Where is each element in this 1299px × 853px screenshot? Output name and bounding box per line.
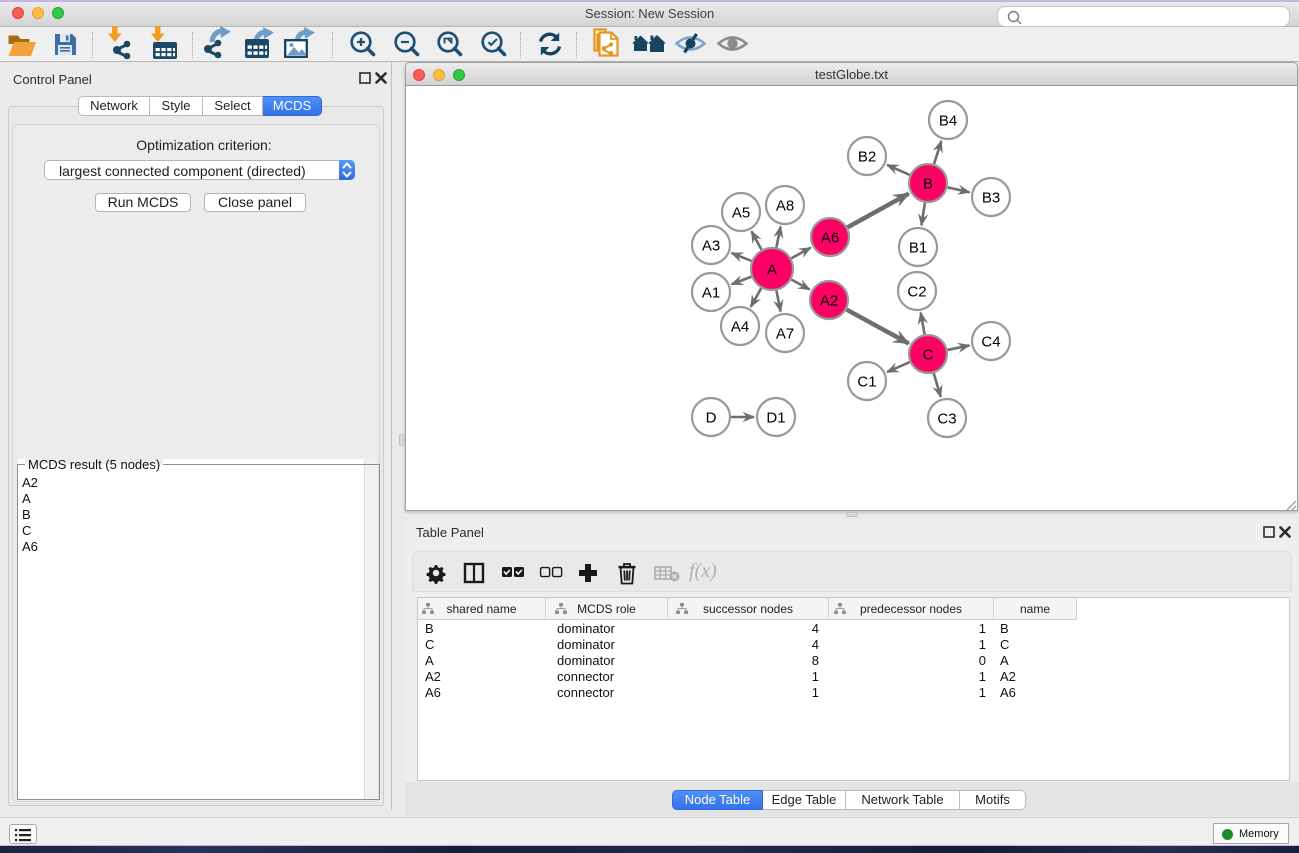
svg-text:A4: A4 xyxy=(731,319,749,336)
svg-text:A7: A7 xyxy=(776,326,794,343)
svg-text:B1: B1 xyxy=(909,240,927,257)
svg-text:A1: A1 xyxy=(702,285,720,302)
svg-text:C1: C1 xyxy=(857,374,876,391)
svg-text:A5: A5 xyxy=(732,205,750,222)
svg-text:A2: A2 xyxy=(820,293,838,310)
svg-text:A: A xyxy=(767,262,777,279)
svg-text:B2: B2 xyxy=(858,149,876,166)
svg-text:C: C xyxy=(923,347,934,364)
svg-text:B3: B3 xyxy=(982,190,1000,207)
svg-text:C2: C2 xyxy=(907,284,926,301)
svg-text:C3: C3 xyxy=(937,411,956,428)
svg-text:A3: A3 xyxy=(702,238,720,255)
svg-text:B: B xyxy=(923,176,933,193)
svg-text:C4: C4 xyxy=(981,334,1000,351)
svg-text:A6: A6 xyxy=(821,230,839,247)
svg-text:A8: A8 xyxy=(776,198,794,215)
svg-text:D: D xyxy=(706,410,717,427)
svg-text:B4: B4 xyxy=(939,113,957,130)
svg-text:D1: D1 xyxy=(766,410,785,427)
